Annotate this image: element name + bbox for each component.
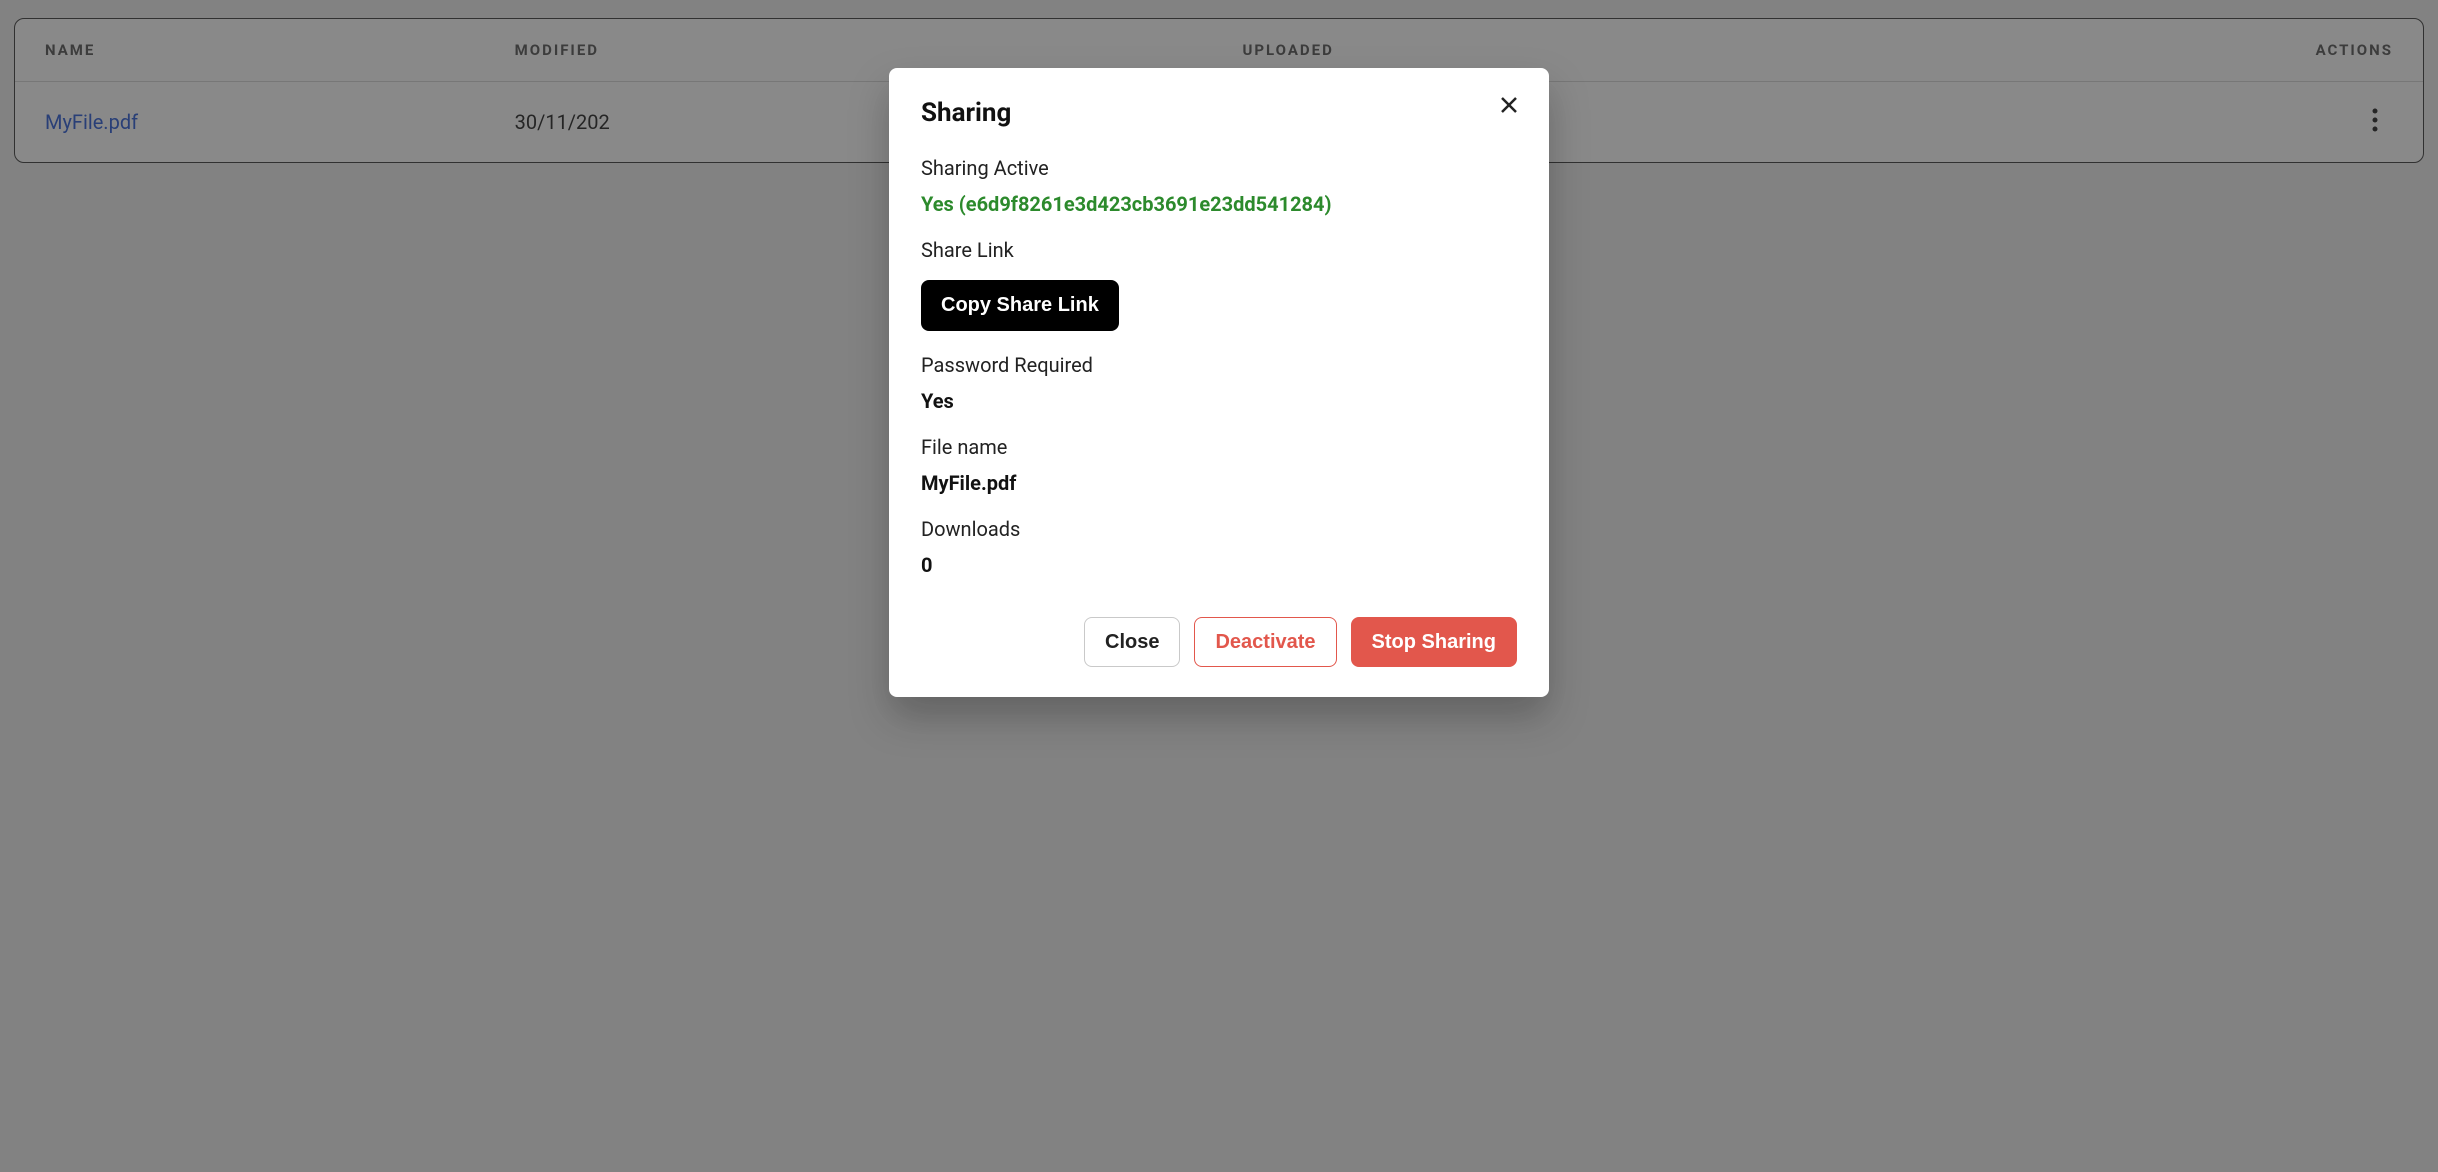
close-button[interactable]: Close	[1084, 617, 1180, 667]
password-required-label: Password Required	[921, 353, 1517, 377]
share-link-label: Share Link	[921, 238, 1517, 262]
sharing-active-label: Sharing Active	[921, 156, 1517, 180]
password-required-value: Yes	[921, 389, 1517, 413]
file-name-value: MyFile.pdf	[921, 471, 1517, 495]
close-modal-button[interactable]	[1495, 92, 1523, 120]
downloads-label: Downloads	[921, 517, 1517, 541]
close-icon	[1499, 95, 1519, 118]
file-name-label: File name	[921, 435, 1517, 459]
modal-overlay[interactable]: Sharing Sharing Active Yes (e6d9f8261e3d…	[0, 0, 2438, 1172]
sharing-active-value: Yes (e6d9f8261e3d423cb3691e23dd541284)	[921, 192, 1517, 216]
downloads-value: 0	[921, 553, 1517, 577]
stop-sharing-button[interactable]: Stop Sharing	[1351, 617, 1517, 667]
deactivate-button[interactable]: Deactivate	[1194, 617, 1336, 667]
modal-title: Sharing	[921, 98, 1517, 128]
copy-share-link-button[interactable]: Copy Share Link	[921, 280, 1119, 331]
modal-footer: Close Deactivate Stop Sharing	[921, 617, 1517, 667]
sharing-modal: Sharing Sharing Active Yes (e6d9f8261e3d…	[889, 68, 1549, 697]
